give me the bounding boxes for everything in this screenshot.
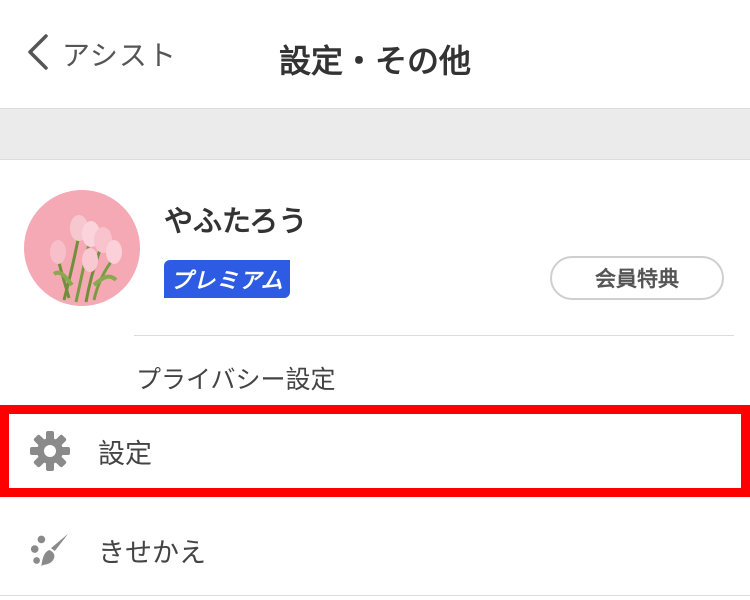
paintbrush-icon bbox=[28, 528, 72, 572]
menu-item-settings[interactable]: 設定 bbox=[0, 405, 750, 497]
privacy-settings-link[interactable]: プライバシー設定 bbox=[136, 360, 336, 396]
menu-label-kisekae: きせかえ bbox=[98, 537, 206, 569]
section-separator bbox=[0, 109, 750, 160]
divider bbox=[134, 335, 734, 336]
tulip-photo bbox=[24, 190, 140, 306]
member-benefits-button[interactable]: 会員特典 bbox=[550, 256, 724, 300]
avatar[interactable] bbox=[24, 190, 140, 306]
profile-card: やふたろう プレミアム 会員特典 bbox=[0, 160, 750, 336]
menu-label-settings: 設定 bbox=[98, 438, 152, 470]
page-title: 設定・その他 bbox=[278, 42, 471, 80]
username: やふたろう bbox=[164, 204, 308, 238]
gear-icon bbox=[28, 429, 72, 473]
menu-item-kisekae[interactable]: きせかえ bbox=[0, 505, 750, 596]
header-bar: アシスト 設定・その他 bbox=[0, 0, 750, 109]
premium-badge: プレミアム bbox=[164, 260, 290, 298]
